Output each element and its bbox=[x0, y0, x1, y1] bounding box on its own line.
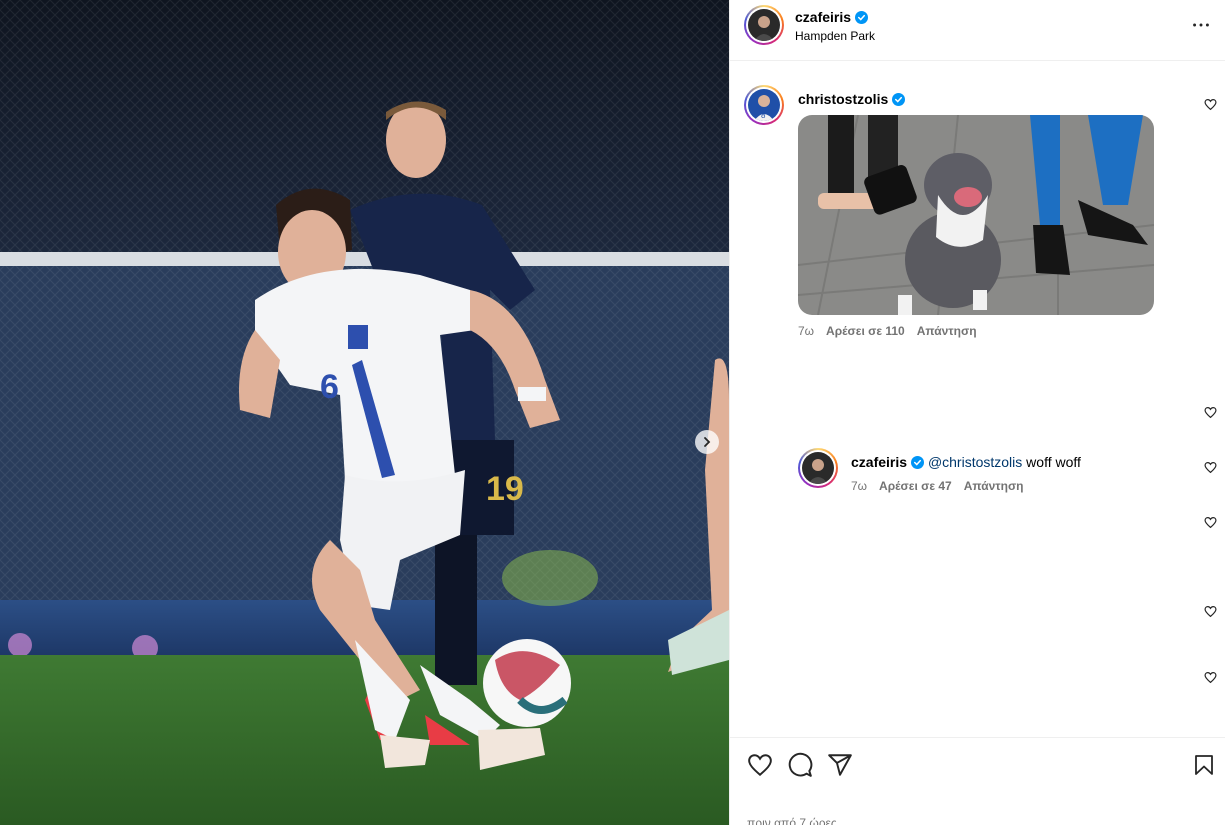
chevron-right-icon bbox=[704, 437, 711, 447]
post-location[interactable]: Hampden Park bbox=[795, 29, 875, 43]
like-heart-icon[interactable] bbox=[1204, 406, 1217, 419]
back-player-number: 19 bbox=[486, 470, 524, 508]
heart-icon[interactable] bbox=[747, 752, 773, 778]
comment-age: 7ω bbox=[798, 324, 815, 338]
reply-text: czafeiris @christostzolis woff woff bbox=[851, 454, 1081, 470]
post-action-bar: πριν από 7 ώρες bbox=[730, 737, 1225, 825]
post-timestamp[interactable]: πριν από 7 ώρες bbox=[747, 816, 837, 825]
bookmark-icon[interactable] bbox=[1192, 752, 1216, 778]
author-username[interactable]: czafeiris bbox=[795, 9, 851, 25]
reply-avatar[interactable] bbox=[798, 448, 838, 488]
reply-reply-button[interactable]: Απάντηση bbox=[964, 479, 1024, 493]
comment-likes[interactable]: Αρέσει σε 110 bbox=[826, 324, 905, 338]
like-heart-icon[interactable] bbox=[1204, 605, 1217, 618]
like-heart-icon[interactable] bbox=[1204, 516, 1217, 529]
reply-like-heart-icon[interactable] bbox=[1204, 461, 1217, 474]
comment-meta: 7ω Αρέσει σε 110 Απάντηση bbox=[798, 324, 989, 338]
post-media[interactable]: 19 6 bbox=[0, 0, 729, 825]
reply-age: 7ω bbox=[851, 479, 868, 493]
commenter-avatar-image: 8 bbox=[748, 89, 780, 121]
post-side-panel: czafeiris Hampden Park 8 christostzolis bbox=[729, 0, 1225, 825]
author-avatar[interactable] bbox=[744, 5, 784, 45]
reply-body: woff woff bbox=[1022, 454, 1081, 470]
next-photo-button[interactable] bbox=[695, 430, 719, 454]
more-options-button[interactable] bbox=[1190, 14, 1212, 41]
verified-badge-icon bbox=[892, 93, 906, 106]
send-icon[interactable] bbox=[827, 752, 853, 778]
commenter-avatar[interactable]: 8 bbox=[744, 85, 784, 125]
post-header: czafeiris Hampden Park bbox=[730, 0, 1225, 61]
post-photo: 19 6 bbox=[0, 0, 729, 825]
svg-text:8: 8 bbox=[761, 111, 766, 120]
verified-badge-icon bbox=[911, 456, 925, 469]
author-avatar-image bbox=[748, 9, 780, 41]
comment-like-heart-icon[interactable] bbox=[1204, 98, 1217, 111]
comment-gif[interactable] bbox=[798, 115, 1154, 315]
comment-reply-button[interactable]: Απάντηση bbox=[917, 324, 977, 338]
comment-icon[interactable] bbox=[787, 752, 813, 778]
like-heart-icon[interactable] bbox=[1204, 671, 1217, 684]
more-horizontal-icon bbox=[1193, 23, 1209, 27]
comment-username[interactable]: christostzolis bbox=[798, 91, 888, 107]
reply-meta: 7ω Αρέσει σε 47 Απάντηση bbox=[851, 479, 1036, 493]
reply-mention[interactable]: @christostzolis bbox=[928, 454, 1022, 470]
reply-username[interactable]: czafeiris bbox=[851, 454, 907, 470]
reply-likes[interactable]: Αρέσει σε 47 bbox=[879, 479, 952, 493]
front-player-number: 6 bbox=[320, 368, 339, 406]
comment-gif-image bbox=[798, 115, 1154, 315]
verified-badge-icon bbox=[855, 11, 869, 24]
reply-avatar-image bbox=[802, 452, 834, 484]
